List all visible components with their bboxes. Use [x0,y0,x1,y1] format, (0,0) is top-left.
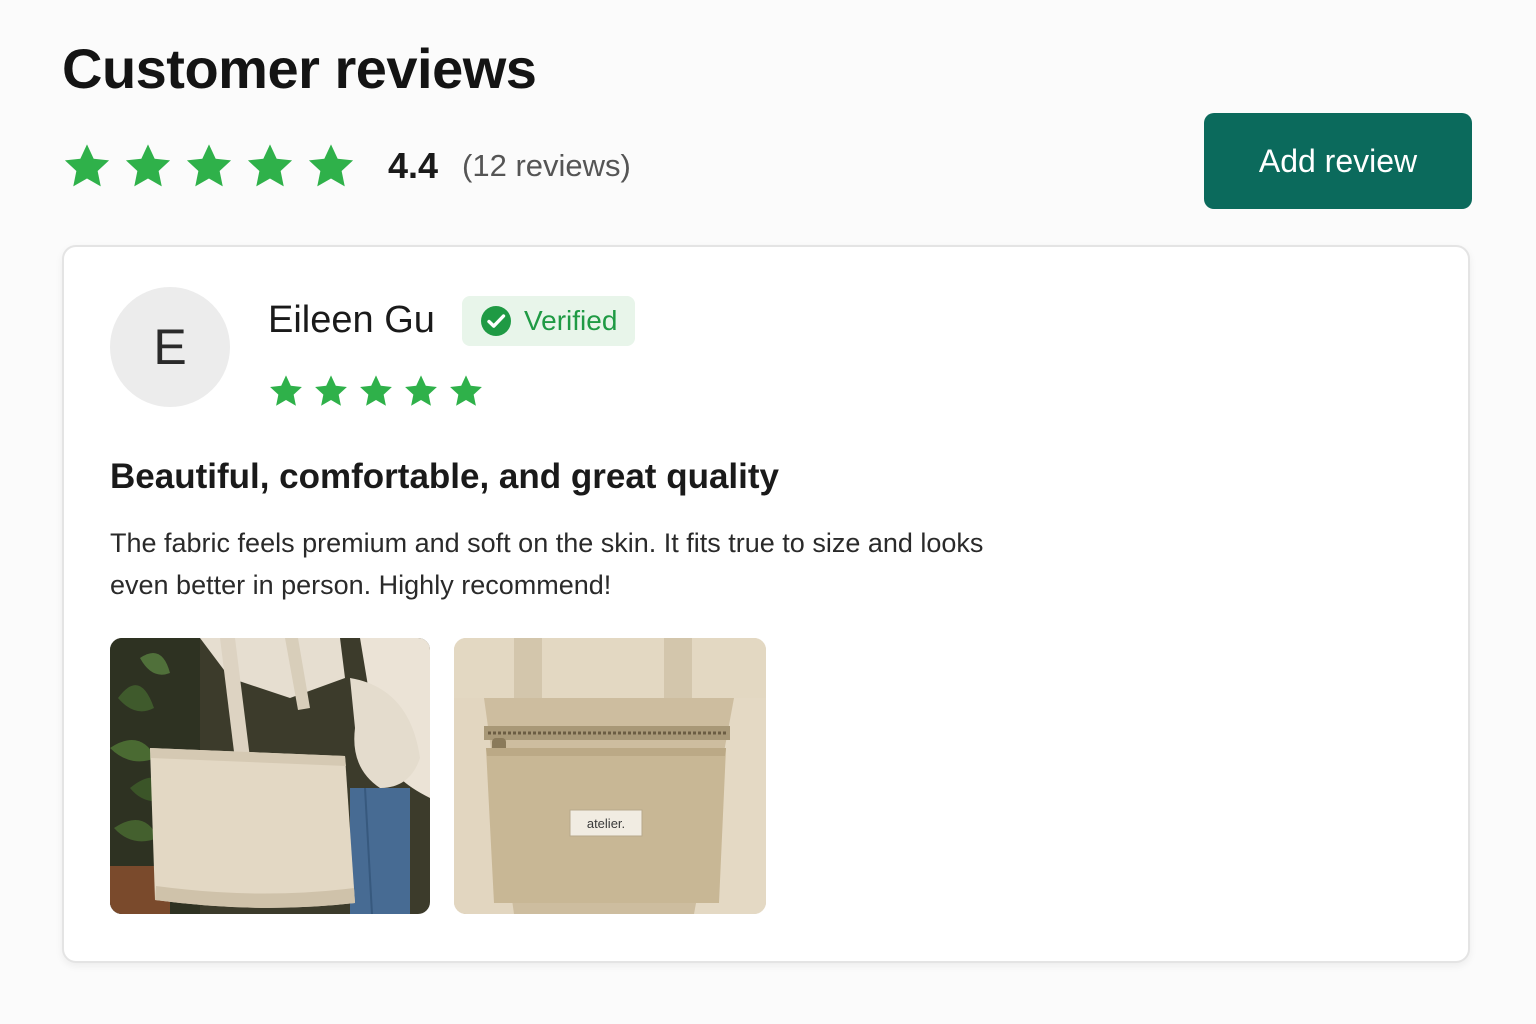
rating-summary: 4.4 (12 reviews) [62,138,631,194]
average-star-rating [62,141,356,191]
star-icon [123,141,173,191]
avatar: E [110,287,230,407]
review-body: The fabric feels premium and soft on the… [110,528,984,600]
page-title: Customer reviews [62,37,537,100]
star-icon [268,373,304,409]
review-card: E Eileen Gu Verified Beautiful, comforta… [62,245,1470,963]
review-photo-tote-worn[interactable] [110,638,430,914]
verified-label: Verified [524,305,618,336]
bag-label-text: atelier. [587,816,625,831]
star-icon [313,373,349,409]
star-icon [306,141,356,191]
star-icon [358,373,394,409]
review-photo-tote-interior[interactable]: atelier. [454,638,766,914]
review-star-rating [268,373,484,409]
review-count: (12 reviews) [462,148,631,183]
star-icon [245,141,295,191]
add-review-button[interactable]: Add review [1204,113,1472,209]
star-icon [62,141,112,191]
star-icon [448,373,484,409]
review-title: Beautiful, comfortable, and great qualit… [110,457,779,496]
verified-badge: Verified [462,296,636,346]
average-rating: 4.4 [388,145,439,186]
reviewer-name: Eileen Gu [268,299,435,341]
tote-bag-interior-photo: atelier. [454,638,766,914]
star-icon [184,141,234,191]
star-icon [403,373,439,409]
tote-bag-worn-photo [110,638,430,914]
check-circle-icon [481,306,511,336]
